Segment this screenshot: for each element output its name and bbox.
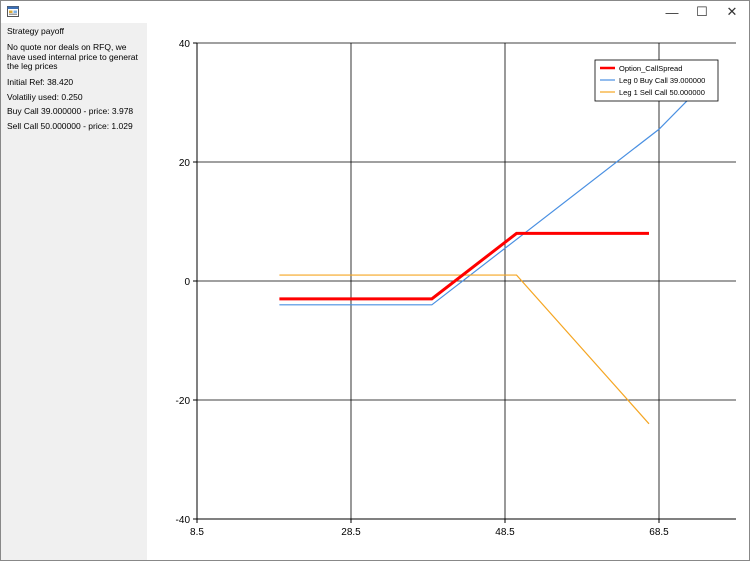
legend-label: Leg 1 Sell Call 50.000000 <box>619 88 705 97</box>
x-tick-label: 8.5 <box>190 527 204 538</box>
minimize-button[interactable]: — <box>657 1 687 23</box>
legend-label: Option_CallSpread <box>619 64 682 73</box>
series-line-0 <box>279 231 649 301</box>
close-icon: ✕ <box>726 4 738 19</box>
panel-title: Strategy payoff <box>7 26 65 36</box>
y-tick-label: 0 <box>184 277 190 288</box>
info-panel: Strategy payoff No quote nor deals on RF… <box>1 23 147 560</box>
payoff-chart: 8.5 28.5 48.5 68.5 -40 -20 0 20 40 Option_CallSpr… <box>176 39 736 538</box>
buy-call-label: Buy Call 39.000000 - price: 3.978 <box>7 106 134 116</box>
close-button[interactable]: ✕ <box>717 1 747 23</box>
maximize-icon: ☐ <box>696 4 708 19</box>
app-window: — ☐ ✕ Strategy payoff No quote nor deals… <box>0 0 750 561</box>
minimize-icon: — <box>665 4 679 20</box>
series-line-1 <box>279 99 689 306</box>
legend-label: Leg 0 Buy Call 39.000000 <box>619 76 705 85</box>
y-tick-label: -20 <box>176 396 191 407</box>
app-icon <box>7 6 19 17</box>
y-tick-label: 40 <box>179 39 191 50</box>
volatility-label: Volatiliy used: 0.250 <box>7 92 83 102</box>
sell-call-label: Sell Call 50.000000 - price: 1.029 <box>7 121 133 131</box>
payoff-chart-area: 8.5 28.5 48.5 68.5 -40 -20 0 20 40 Option_CallSpr… <box>147 23 749 560</box>
title-bar[interactable]: — ☐ ✕ <box>1 1 749 23</box>
maximize-button[interactable]: ☐ <box>687 1 717 23</box>
x-tick-label: 68.5 <box>649 527 669 538</box>
x-tick-label: 48.5 <box>495 527 515 538</box>
x-tick-label: 28.5 <box>341 527 361 538</box>
y-tick-label: -40 <box>176 515 191 526</box>
y-tick-label: 20 <box>179 158 191 169</box>
initial-ref-label: Initial Ref: 38.420 <box>7 77 74 87</box>
pricing-note: No quote nor deals on RFQ, we have used … <box>7 42 138 71</box>
